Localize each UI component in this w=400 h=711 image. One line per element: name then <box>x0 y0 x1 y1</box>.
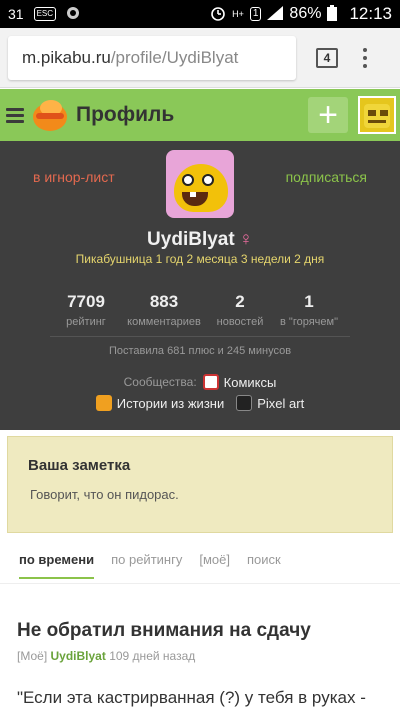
clock: 12:13 <box>349 4 392 23</box>
divider <box>50 336 350 337</box>
stat-value: 7709 <box>67 292 105 311</box>
tab-mine[interactable]: [моё] <box>199 552 230 577</box>
stat-label: рейтинг <box>66 316 106 328</box>
tab-by-rating[interactable]: по рейтингу <box>111 552 182 577</box>
stat-hot[interactable]: 1 в "горячем" <box>271 292 347 328</box>
community-pixel-art[interactable]: Pixel art <box>236 395 304 411</box>
community-name: Комиксы <box>223 374 277 390</box>
communities-row: Сообщества: Комиксы <box>0 374 400 390</box>
community-comics[interactable]: Комиксы <box>202 374 277 390</box>
female-icon: ♀ <box>238 229 253 250</box>
stat-rating: 7709 рейтинг <box>53 292 119 328</box>
stat-value: 883 <box>149 292 179 311</box>
post-title[interactable]: Не обратил внимания на сдачу <box>17 620 311 642</box>
post-tag[interactable]: [Моё] <box>17 649 47 663</box>
stat-comments[interactable]: 883 комментариев <box>119 292 209 328</box>
stat-label: в "горячем" <box>280 316 338 328</box>
tab-switcher-button[interactable]: 4 <box>316 47 338 68</box>
stat-label: комментариев <box>127 316 201 328</box>
tab-by-time[interactable]: по времени <box>19 552 95 579</box>
profile-username: UydiBlyat ♀ <box>0 229 400 251</box>
address-bar[interactable]: m.pikabu.ru/profile/UydiBlyat <box>8 35 296 80</box>
note-text: Говорит, что он пидорас. <box>30 487 179 502</box>
esc-icon: ESC <box>33 7 57 21</box>
sim-icon: 1 <box>249 7 262 21</box>
page-title: Профиль <box>76 103 175 126</box>
stat-label: новостей <box>216 316 264 328</box>
pixel-art-icon <box>236 395 253 411</box>
user-note[interactable]: Ваша заметка Говорит, что он пидорас. <box>7 436 393 533</box>
signal-icon <box>267 5 284 23</box>
notification-count: 31 <box>8 6 24 22</box>
profile-avatar <box>166 150 234 218</box>
comics-icon <box>202 374 219 390</box>
url-path: /profile/UydiBlyat <box>110 47 239 67</box>
username-text: UydiBlyat <box>147 229 235 250</box>
post-author[interactable]: UydiBlyat <box>51 649 106 663</box>
community-name: Истории из жизни <box>116 395 225 411</box>
stat-value: 1 <box>304 292 314 311</box>
communities-label: Сообщества: <box>123 375 197 389</box>
sort-tabs: по времени по рейтингу [моё] поиск <box>0 552 400 584</box>
battery-percent: 86% <box>289 5 322 22</box>
battery-icon <box>327 4 338 24</box>
communities-row-2: Истории из жизни Pixel art <box>0 395 400 411</box>
life-stories-icon <box>95 395 112 411</box>
post-body: "Если эта кастрирванная (?) у тебя в рук… <box>17 688 366 707</box>
pikabu-logo[interactable] <box>32 97 68 133</box>
url-host: m.pikabu.ru <box>22 47 111 67</box>
post-time: 109 дней назад <box>109 649 196 663</box>
user-avatar[interactable] <box>358 96 396 134</box>
shield-icon <box>66 6 80 23</box>
status-bar: 31 ESC H+ 1 86% 12:13 <box>0 0 400 28</box>
divider <box>0 583 400 584</box>
add-post-button[interactable]: + <box>308 97 348 133</box>
tab-search[interactable]: поиск <box>247 552 281 577</box>
alarm-icon <box>210 5 226 24</box>
stat-value: 2 <box>235 292 245 311</box>
browser-menu-icon[interactable] <box>362 47 368 68</box>
hamburger-menu-icon[interactable] <box>6 107 24 123</box>
stat-news[interactable]: 2 новостей <box>209 292 271 328</box>
site-header: Профиль + <box>0 89 400 141</box>
community-name: Pixel art <box>257 395 305 411</box>
votes-summary: Поставила 681 плюс и 245 минусов <box>108 345 292 357</box>
profile-stats: 7709 рейтинг 883 комментариев 2 новостей… <box>0 292 400 328</box>
community-life-stories[interactable]: Истории из жизни <box>95 395 225 411</box>
ignore-list-link[interactable]: в игнор-лист <box>33 169 115 185</box>
profile-tenure: Пикабушница 1 год 2 месяца 3 недели 2 дн… <box>75 252 325 266</box>
note-title: Ваша заметка <box>28 457 131 474</box>
browser-toolbar: m.pikabu.ru/profile/UydiBlyat 4 <box>0 28 400 88</box>
profile-panel: в игнор-лист подписаться UydiBlyat ♀ Пика… <box>0 141 400 430</box>
subscribe-link[interactable]: подписаться <box>286 169 367 185</box>
post-meta: [Моё] UydiBlyat 109 дней назад <box>17 649 195 663</box>
network-type-label: H+ <box>232 9 244 19</box>
